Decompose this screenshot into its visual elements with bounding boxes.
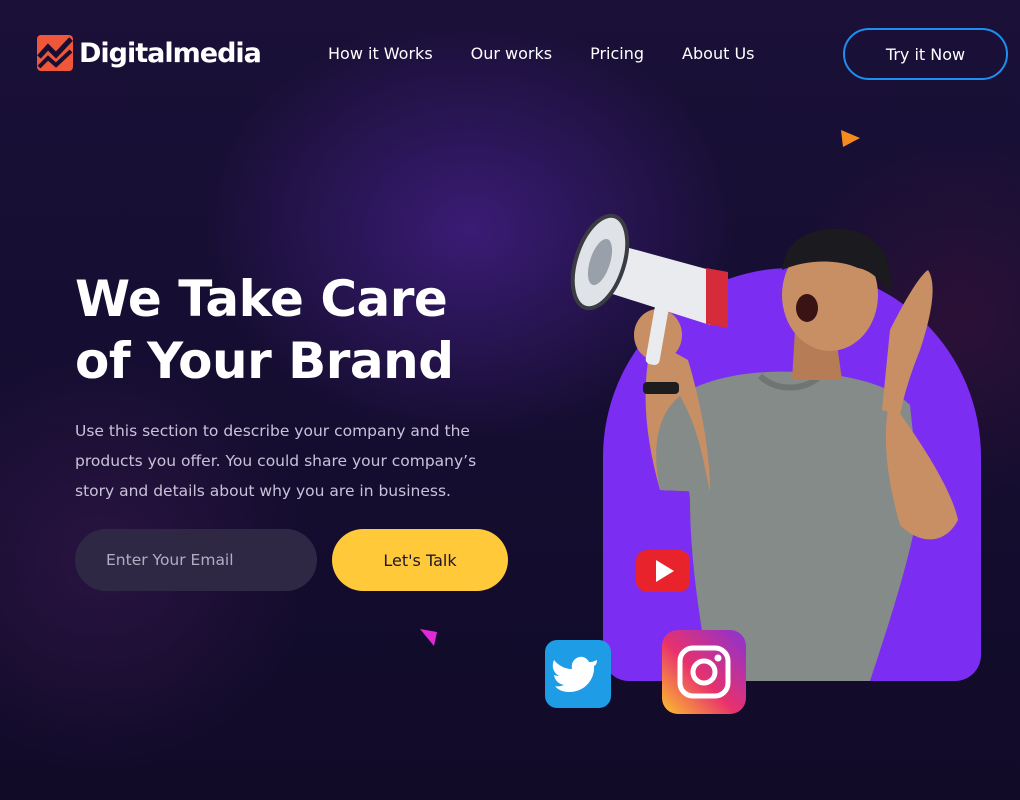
hero-title: We Take Care of Your Brand <box>75 268 545 392</box>
hero-description: Use this section to describe your compan… <box>75 422 477 500</box>
hero-title-line-2: of Your Brand <box>75 332 454 390</box>
play-triangle-orange-icon <box>841 130 860 147</box>
try-it-now-button[interactable]: Try it Now <box>843 28 1008 80</box>
logo-text: Digitalmedia <box>79 37 262 69</box>
main-nav: How it Works Our works Pricing About Us <box>328 44 792 63</box>
hero-title-line-1: We Take Care <box>75 270 448 328</box>
youtube-icon <box>636 550 690 592</box>
email-input[interactable] <box>75 529 317 591</box>
nav-our-works[interactable]: Our works <box>471 44 552 63</box>
instagram-icon <box>662 630 746 714</box>
lets-talk-button[interactable]: Let's Talk <box>332 529 508 591</box>
nav-how-it-works[interactable]: How it Works <box>328 44 433 63</box>
logo-link[interactable]: Digitalmedia <box>37 33 262 73</box>
nav-pricing[interactable]: Pricing <box>590 44 644 63</box>
nav-about-us[interactable]: About Us <box>682 44 754 63</box>
twitter-icon <box>545 640 611 708</box>
digitalmedia-logo-icon <box>37 35 73 71</box>
man-with-megaphone-image <box>570 213 958 681</box>
play-triangle-pink-icon <box>420 629 437 646</box>
